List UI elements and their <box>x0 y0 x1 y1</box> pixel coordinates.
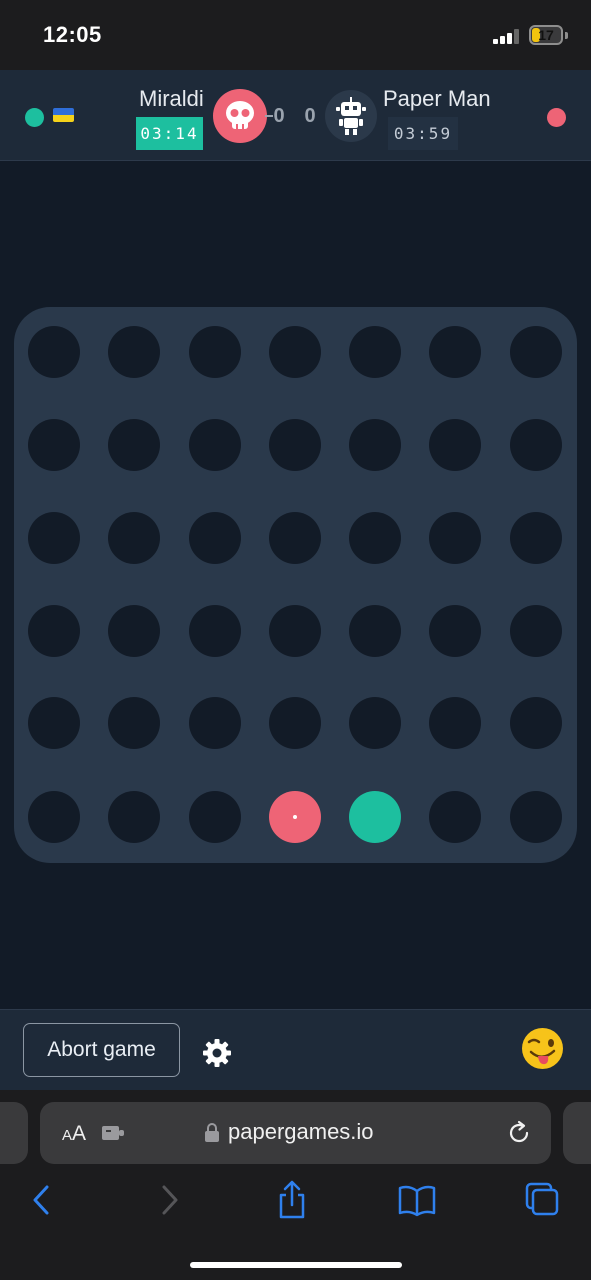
empty-slot[interactable] <box>349 326 401 378</box>
empty-slot[interactable] <box>28 419 80 471</box>
empty-slot[interactable] <box>349 512 401 564</box>
empty-slot[interactable] <box>28 697 80 749</box>
battery-icon: 17 <box>529 25 563 45</box>
signal-strength-icon <box>493 28 519 44</box>
abort-game-button[interactable]: Abort game <box>23 1023 180 1077</box>
empty-slot[interactable] <box>429 326 481 378</box>
empty-slot[interactable] <box>510 791 562 843</box>
gear-icon[interactable] <box>202 1038 232 1068</box>
empty-slot[interactable] <box>349 419 401 471</box>
bookmarks-icon[interactable] <box>397 1180 437 1220</box>
player2-score: 0 <box>304 105 316 127</box>
player2-timer: 03:59 <box>388 117 458 150</box>
empty-slot[interactable] <box>189 697 241 749</box>
empty-slot[interactable] <box>108 697 160 749</box>
empty-slot[interactable] <box>108 419 160 471</box>
home-indicator <box>190 1262 402 1268</box>
player2-name: Paper Man <box>383 86 491 111</box>
reader-text-size-button[interactable]: AA <box>62 1122 86 1146</box>
connect-four-board <box>14 307 577 863</box>
empty-slot[interactable] <box>269 419 321 471</box>
empty-slot[interactable] <box>108 512 160 564</box>
empty-slot[interactable] <box>189 791 241 843</box>
player1-name: Miraldi <box>139 86 204 111</box>
empty-slot[interactable] <box>510 512 562 564</box>
empty-slot[interactable] <box>349 605 401 657</box>
empty-slot[interactable] <box>28 326 80 378</box>
empty-slot[interactable] <box>510 326 562 378</box>
empty-slot[interactable] <box>108 326 160 378</box>
empty-slot[interactable] <box>429 512 481 564</box>
empty-slot[interactable] <box>189 326 241 378</box>
skull-icon <box>226 101 254 129</box>
empty-slot[interactable] <box>429 697 481 749</box>
empty-slot[interactable] <box>429 419 481 471</box>
ukraine-flag-icon <box>53 108 74 122</box>
empty-slot[interactable] <box>269 605 321 657</box>
empty-slot[interactable] <box>189 605 241 657</box>
empty-slot[interactable] <box>108 605 160 657</box>
status-time: 12:05 <box>43 22 102 47</box>
empty-slot[interactable] <box>510 605 562 657</box>
red-disc[interactable] <box>269 791 321 843</box>
empty-slot[interactable] <box>510 419 562 471</box>
player1-timer: 03:14 <box>136 117 203 150</box>
robot-icon <box>336 97 366 135</box>
empty-slot[interactable] <box>269 512 321 564</box>
empty-slot[interactable] <box>429 605 481 657</box>
player1-avatar[interactable] <box>213 89 267 143</box>
empty-slot[interactable] <box>28 791 80 843</box>
extension-icon[interactable] <box>102 1125 126 1141</box>
empty-slot[interactable] <box>108 791 160 843</box>
empty-slot[interactable] <box>28 512 80 564</box>
last-move-marker <box>293 815 297 819</box>
empty-slot[interactable] <box>269 697 321 749</box>
teal-disc[interactable] <box>349 791 401 843</box>
player1-score: 0 <box>273 105 285 127</box>
empty-slot[interactable] <box>189 419 241 471</box>
empty-slot[interactable] <box>28 605 80 657</box>
next-tab-preview[interactable] <box>563 1102 591 1164</box>
share-icon[interactable] <box>272 1180 312 1220</box>
winking-tongue-emoji-icon[interactable] <box>521 1027 564 1070</box>
back-arrow-icon[interactable] <box>22 1180 62 1220</box>
lock-icon <box>205 1123 219 1142</box>
empty-slot[interactable] <box>349 697 401 749</box>
player2-avatar[interactable] <box>325 90 377 142</box>
empty-slot[interactable] <box>269 326 321 378</box>
player1-online-indicator <box>25 108 44 127</box>
previous-tab-preview[interactable] <box>0 1102 28 1164</box>
battery-level: 17 <box>538 27 554 43</box>
game-header <box>0 70 591 161</box>
empty-slot[interactable] <box>189 512 241 564</box>
empty-slot[interactable] <box>510 697 562 749</box>
player2-online-indicator <box>547 108 566 127</box>
tabs-icon[interactable] <box>522 1180 562 1220</box>
url-text[interactable]: papergames.io <box>228 1119 374 1145</box>
reload-icon[interactable] <box>506 1120 532 1146</box>
battery-tip <box>565 32 568 39</box>
empty-slot[interactable] <box>429 791 481 843</box>
forward-arrow-icon[interactable] <box>149 1180 189 1220</box>
